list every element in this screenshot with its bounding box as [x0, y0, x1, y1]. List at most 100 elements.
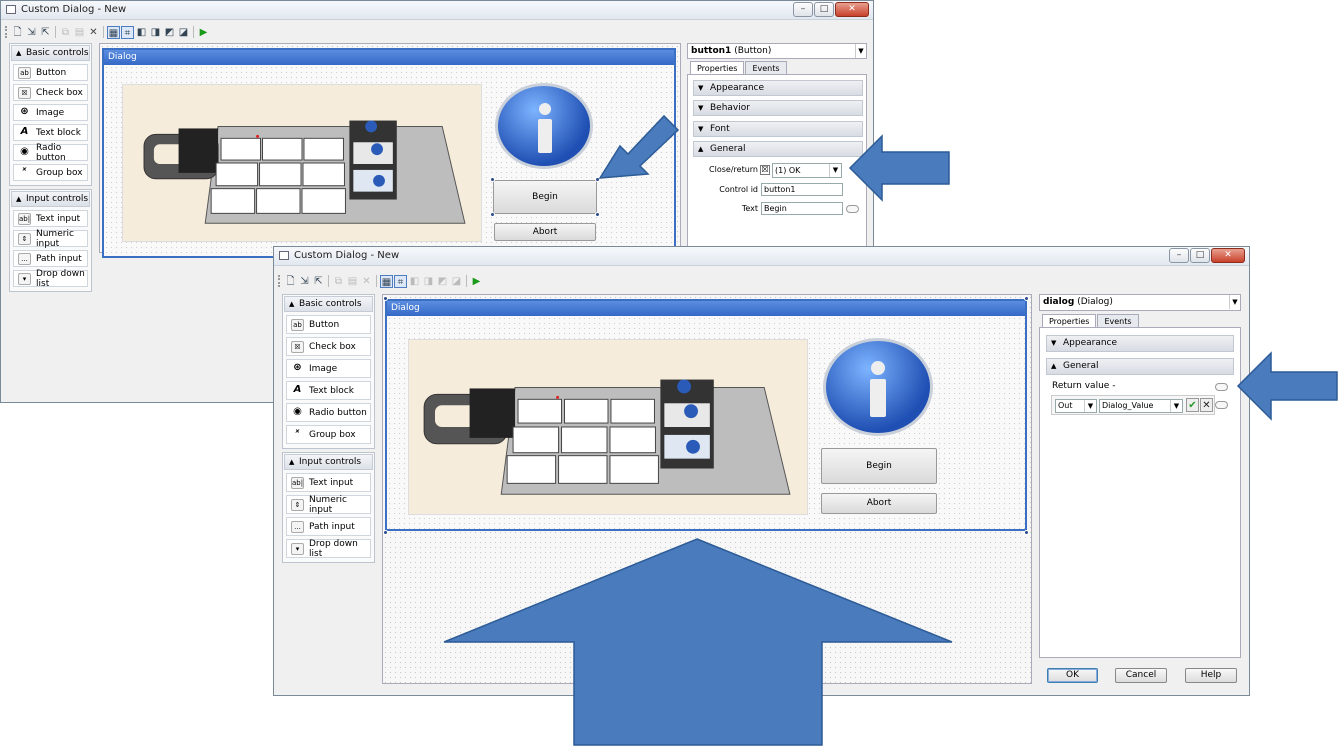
bring-forward-icon[interactable]: ◩ [436, 275, 449, 288]
send-back-icon[interactable]: ◨ [149, 26, 162, 39]
dialog-preview[interactable]: Dialog Begin Abort [385, 299, 1027, 531]
resize-handle[interactable] [383, 296, 388, 301]
palette-item-button[interactable]: ab Button [13, 64, 88, 81]
copy-icon[interactable]: ⧉ [332, 275, 345, 288]
variable-select[interactable]: Dialog_Value ▼ [1099, 399, 1183, 413]
palette-item-numeric-input[interactable]: ⇕ Numeric input [13, 229, 88, 249]
palette-item-path-input[interactable]: ... Path input [13, 250, 88, 267]
resize-handle[interactable] [1024, 296, 1029, 301]
section-font[interactable]: ▼ Font [693, 121, 863, 137]
direction-select[interactable]: Out ▼ [1055, 399, 1097, 413]
checkmark-icon[interactable]: ✔ [1186, 398, 1199, 412]
deck-image[interactable] [408, 339, 808, 515]
resize-handle[interactable] [1024, 530, 1029, 535]
text-input[interactable]: Begin [761, 202, 843, 215]
bring-front-icon[interactable]: ◧ [408, 275, 421, 288]
palette-item-group-box[interactable]: ˣ Group box [286, 425, 371, 444]
cancel-button[interactable]: Cancel [1115, 668, 1167, 683]
input-controls-header[interactable]: ▲ Input controls [11, 191, 90, 207]
help-button[interactable]: Help [1185, 668, 1237, 683]
palette-item-group-box[interactable]: ˣ Group box [13, 164, 88, 181]
input-controls-header[interactable]: ▲ Input controls [284, 454, 373, 470]
tab-properties[interactable]: Properties [1042, 314, 1097, 327]
tab-properties[interactable]: Properties [690, 61, 745, 74]
new-icon[interactable]: 🗋 [11, 26, 24, 39]
dialog-preview[interactable]: Dialog Begin Abort [102, 48, 676, 258]
import-icon[interactable]: ⇲ [298, 275, 311, 288]
deck-layout-picture [143, 120, 466, 224]
send-backward-icon[interactable]: ◪ [177, 26, 190, 39]
send-backward-icon[interactable]: ◪ [450, 275, 463, 288]
palette-item-image[interactable]: ⊛ Image [286, 359, 371, 378]
paste-icon[interactable]: ▤ [346, 275, 359, 288]
palette-item-image[interactable]: ⊛ Image [13, 104, 88, 121]
close-return-select[interactable]: (1) OK ▼ [772, 163, 842, 178]
section-general[interactable]: ▲ General [1046, 358, 1234, 375]
grid-icon[interactable]: ▦ [107, 25, 120, 39]
object-selector[interactable]: dialog (Dialog) ▼ [1039, 294, 1241, 311]
grid-icon[interactable]: ▦ [380, 274, 393, 288]
resize-handle[interactable] [595, 212, 600, 217]
copy-icon[interactable]: ⧉ [59, 26, 72, 39]
palette-item-text-input[interactable]: ab| Text input [13, 210, 88, 227]
abort-button[interactable]: Abort [821, 493, 937, 514]
begin-button[interactable]: Begin [493, 180, 597, 214]
delete-icon[interactable]: ✕ [360, 275, 373, 288]
palette-item-text-input[interactable]: ab| Text input [286, 473, 371, 492]
return-value-toggle[interactable] [1215, 383, 1228, 391]
deck-image[interactable] [122, 84, 482, 242]
send-back-icon[interactable]: ◨ [422, 275, 435, 288]
snap-icon[interactable]: ⌗ [394, 274, 407, 288]
palette-item-radio-button[interactable]: ◉ Radio button [286, 403, 371, 422]
begin-button[interactable]: Begin [821, 448, 937, 484]
play-icon[interactable]: ▶ [470, 275, 483, 288]
bring-forward-icon[interactable]: ◩ [163, 26, 176, 39]
close-button[interactable]: ✕ [835, 2, 869, 17]
palette-item-text-block[interactable]: A Text block [286, 381, 371, 400]
export-icon[interactable]: ⇱ [312, 275, 325, 288]
palette-item-checkbox[interactable]: ☒ Check box [286, 337, 371, 356]
maximize-button[interactable]: □ [814, 2, 834, 17]
tab-events[interactable]: Events [1097, 314, 1139, 327]
bring-front-icon[interactable]: ◧ [135, 26, 148, 39]
palette-item-drop-down-list[interactable]: ▾ Drop down list [13, 269, 88, 289]
cancel-x-icon[interactable]: ✕ [1200, 398, 1213, 412]
palette-item-path-input[interactable]: ... Path input [286, 517, 371, 536]
new-icon[interactable]: 🗋 [284, 275, 297, 288]
section-appearance[interactable]: ▼ Appearance [1046, 335, 1234, 352]
maximize-button[interactable]: □ [1190, 248, 1210, 263]
resize-handle[interactable] [383, 530, 388, 535]
ok-button[interactable]: OK [1047, 668, 1098, 683]
delete-icon[interactable]: ✕ [87, 26, 100, 39]
path-input-icon: ... [291, 520, 304, 533]
export-icon[interactable]: ⇱ [39, 26, 52, 39]
checkbox-icon[interactable]: ☒ [760, 165, 770, 175]
paste-icon[interactable]: ▤ [73, 26, 86, 39]
binding-toggle[interactable] [846, 205, 859, 213]
object-selector[interactable]: button1 (Button) ▼ [687, 43, 867, 59]
tab-events[interactable]: Events [745, 61, 787, 74]
palette-item-text-block[interactable]: A Text block [13, 124, 88, 141]
section-behavior[interactable]: ▼ Behavior [693, 100, 863, 116]
close-button[interactable]: ✕ [1211, 248, 1245, 263]
palette-item-drop-down-list[interactable]: ▾ Drop down list [286, 539, 371, 559]
resize-handle[interactable] [490, 212, 495, 217]
snap-icon[interactable]: ⌗ [121, 25, 134, 39]
abort-button[interactable]: Abort [494, 223, 596, 241]
resize-handle[interactable] [490, 177, 495, 182]
basic-controls-header[interactable]: ▲ Basic controls [11, 45, 90, 61]
binding-toggle[interactable] [1215, 401, 1228, 409]
palette-item-button[interactable]: ab Button [286, 315, 371, 334]
minimize-button[interactable]: – [793, 2, 813, 17]
section-appearance[interactable]: ▼ Appearance [693, 80, 863, 96]
basic-controls-header[interactable]: ▲ Basic controls [284, 296, 373, 312]
palette-item-checkbox[interactable]: ☒ Check box [13, 84, 88, 101]
palette-item-numeric-input[interactable]: ⇕ Numeric input [286, 495, 371, 515]
control-id-input[interactable]: button1 [761, 183, 843, 196]
section-general[interactable]: ▲ General [693, 141, 863, 157]
palette-item-radio-button[interactable]: ◉ Radio button [13, 143, 88, 163]
play-icon[interactable]: ▶ [197, 26, 210, 39]
minimize-button[interactable]: – [1169, 248, 1189, 263]
design-canvas[interactable]: Dialog Begin Abort [99, 43, 681, 258]
import-icon[interactable]: ⇲ [25, 26, 38, 39]
